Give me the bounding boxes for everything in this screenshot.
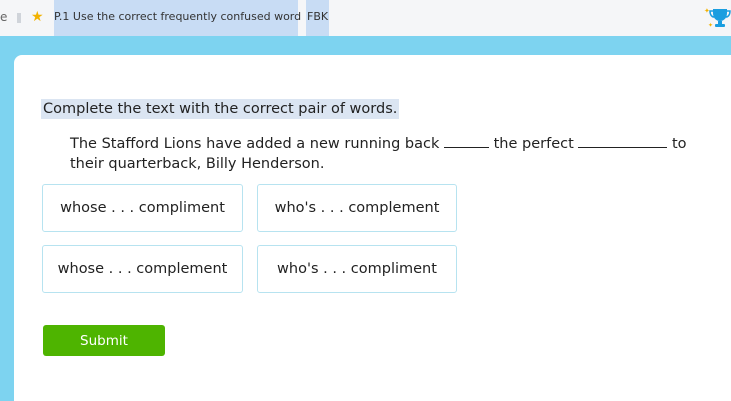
breadcrumb-separator: [17, 13, 21, 23]
top-bar: e ★ P.1 Use the correct frequently confu…: [0, 0, 731, 36]
trophy-icon[interactable]: ✦ ✦: [702, 5, 731, 29]
instruction-text: Complete the text with the correct pair …: [41, 99, 400, 119]
question-passage: The Stafford Lions have added a new runn…: [70, 134, 710, 174]
breadcrumb-prefix[interactable]: e: [0, 10, 7, 24]
passage-part-1: The Stafford Lions have added a new runn…: [70, 136, 440, 152]
fbk-label[interactable]: FBK: [307, 10, 328, 23]
blank-2: [578, 136, 668, 148]
answer-choice-1[interactable]: whose . . . compliment: [42, 184, 243, 232]
answer-choice-4[interactable]: who's . . . compliment: [257, 245, 457, 293]
skill-title[interactable]: P.1 Use the correct frequently confused …: [54, 10, 301, 23]
answer-choice-2[interactable]: who's . . . complement: [257, 184, 457, 232]
svg-text:✦: ✦: [708, 22, 713, 29]
svg-text:✦: ✦: [704, 7, 710, 15]
star-icon[interactable]: ★: [31, 9, 44, 25]
submit-button[interactable]: Submit: [43, 325, 165, 356]
passage-part-2: the perfect: [493, 136, 574, 152]
blank-1: [443, 136, 489, 148]
answer-choice-3[interactable]: whose . . . complement: [42, 245, 243, 293]
